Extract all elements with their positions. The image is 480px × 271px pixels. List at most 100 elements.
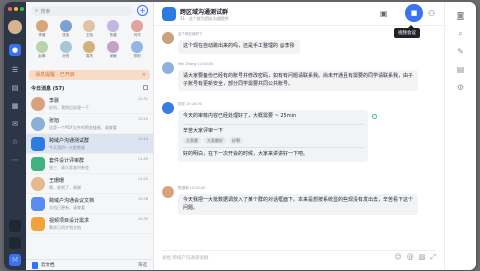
logo-icon[interactable]: M: [9, 254, 21, 266]
expand-icon[interactable]: ⤢: [430, 253, 436, 262]
chat-settings-icon[interactable]: ▣: [380, 9, 388, 18]
sender-name: Min Zhang 12:00:00: [178, 62, 214, 66]
list-item[interactable]: 王珊珊 嗯，收到了，谢谢 11:20: [26, 174, 153, 194]
contact-item[interactable]: 陈晨: [101, 20, 125, 38]
avatar: [31, 117, 45, 131]
chat-panel: 跨区域沟通测试群 31 · 这个群为团队沟通提供 ▣ ■ ⚇ ✓ 视频会议 这个…: [154, 2, 476, 270]
contact-name: 刘洋: [133, 33, 141, 37]
message-text: 今天的审核内容已经处理好了，大概需要 ~ 25min: [183, 113, 297, 119]
contact-item[interactable]: 吴敏: [101, 41, 125, 59]
maximize-window-button[interactable]: [20, 7, 24, 11]
contacts-icon[interactable]: ☰: [9, 64, 21, 76]
video-camera-icon: ■: [410, 9, 418, 17]
app-window: ● ☰ ▤ ▦ ✉ ☆ ⋯ M ⌕ 搜索 + 李薇 张浩 王晓 陈晨 刘洋 赵琳…: [4, 2, 476, 270]
search-icon: ⌕: [35, 7, 39, 14]
chat-header: 跨区域沟通测试群 31 · 这个群为团队沟通提供 ▣: [154, 2, 444, 26]
settings-icon[interactable]: ⚙: [455, 82, 466, 93]
message-bubble[interactable]: 今天的审核内容已经处理好了，大概需要 ~ 25min 辛苦大家评审一下 大家都 …: [178, 110, 368, 162]
contact-name: 李薇: [38, 33, 46, 37]
message-bubble[interactable]: 请大家要备份已经有的账号并修改密码，如有有问题请联系我。尚未开通且有需要的同学请…: [178, 70, 418, 91]
section-header: 今日消息 (57): [31, 85, 148, 92]
search-icon[interactable]: ⌕: [455, 28, 466, 39]
search-placeholder: 搜索: [40, 8, 51, 15]
reaction-chip[interactable]: 大家都: [183, 137, 201, 144]
image-icon[interactable]: ▨: [419, 253, 426, 262]
row-title: 李晨: [49, 98, 60, 104]
message-bubble[interactable]: 这个现在自动跳出来的吗，还是手工整理的 @李彤: [178, 40, 300, 54]
avatar: [31, 137, 45, 151]
emoji-icon[interactable]: ☺: [394, 253, 401, 262]
contact-item[interactable]: 孙悦: [54, 41, 78, 59]
contact-item[interactable]: 王晓: [78, 20, 102, 38]
list-item[interactable]: 李晨 好的，我稍后处理一下 12:31: [26, 94, 153, 114]
avatar: [107, 20, 120, 32]
row-title: 视频项目设计需求: [49, 218, 90, 224]
row-time: 11:20: [137, 177, 148, 181]
input-toolbar: ☺ @ ▨ ⤢: [394, 253, 436, 262]
contact-name: 陈晨: [109, 33, 117, 37]
avatar: [162, 102, 174, 114]
contact-item[interactable]: 李薇: [30, 20, 54, 38]
avatar: [31, 97, 45, 111]
list-item[interactable]: 跨域户沟通会议文档 文档已更新，请查看 10:58: [26, 194, 153, 214]
message-subtext: 辛苦大家评审一下: [183, 127, 224, 134]
add-member-icon[interactable]: ⚇: [428, 9, 435, 18]
avatar: [59, 41, 72, 53]
message-bubble[interactable]: 今天我把一大批数据调放入了某个群的对话框面下。本来是想按系统显的些现没有发出去，…: [178, 194, 418, 215]
list-item[interactable]: 视频项目设计需求 需求已同步到文档 10:30: [26, 214, 153, 234]
mail-icon[interactable]: ✉: [9, 118, 21, 130]
calendar-icon[interactable]: ▦: [9, 100, 21, 112]
video-call-button[interactable]: ■: [405, 4, 423, 22]
add-button[interactable]: +: [137, 5, 148, 16]
chat-bubble-icon[interactable]: ●: [9, 44, 21, 56]
avatar: [131, 20, 144, 32]
row-preview: 文档已更新，请查看: [49, 205, 85, 210]
list-item-selected[interactable]: 跨域户沟通测试群 今天我把一大批数据 12:10: [26, 134, 153, 154]
contact-item[interactable]: 周杰: [78, 41, 102, 59]
avatar: [31, 197, 45, 211]
row-preview: 需求已同步到文档: [49, 225, 81, 230]
close-icon[interactable]: ×: [142, 70, 146, 80]
files-icon[interactable]: ▤: [455, 64, 466, 75]
row-preview: 好的，我稍后处理一下: [49, 105, 89, 110]
minimize-window-button[interactable]: [14, 7, 18, 11]
list-footer[interactable]: 云文档 筛选: [26, 259, 153, 270]
filter-button[interactable]: 筛选: [138, 262, 147, 268]
checkbox-icon[interactable]: [143, 85, 148, 90]
reaction-chip[interactable]: 好啊: [229, 137, 243, 144]
contact-item[interactable]: 张浩: [54, 20, 78, 38]
divider: [183, 123, 363, 125]
nav-rail: ● ☰ ▤ ▦ ✉ ☆ ⋯ M: [4, 2, 26, 270]
star-icon[interactable]: ☆: [9, 136, 21, 148]
message: 陈国明 15:20:00 今天我把一大批数据调放入了某个群的对话框面下。本来是想…: [162, 186, 436, 226]
app-icon-1[interactable]: [9, 220, 21, 232]
app-icon-2[interactable]: [9, 237, 21, 249]
list-item[interactable]: 张旭 这是一个PDF文件的预览链接，请查看 12:20: [26, 114, 153, 134]
close-window-button[interactable]: [8, 7, 12, 11]
chat-list: 李晨 好的，我稍后处理一下 12:31 张旭 这是一个PDF文件的预览链接，请查看 12…: [26, 94, 153, 234]
contact-name: 周杰: [85, 54, 93, 58]
contact-item[interactable]: 赵琳: [30, 41, 54, 59]
docs-icon[interactable]: ▤: [9, 82, 21, 94]
group-name[interactable]: 跨区域沟通测试群: [180, 7, 228, 16]
list-item[interactable]: 套件设计评审群 张三：请大家准时参会 11:45: [26, 154, 153, 174]
message: 张宏 15:20:00 今天的审核内容已经处理好了，大概需要 ~ 25min 辛…: [162, 102, 436, 182]
group-avatar[interactable]: [162, 7, 176, 21]
contact-name: 王晓: [85, 33, 93, 37]
contact-item[interactable]: 郑阳: [125, 41, 149, 59]
more-icon[interactable]: ⋯: [9, 154, 21, 166]
notification-banner[interactable]: 消息提醒 · 已开启 ×: [29, 70, 150, 80]
input-placeholder: 发给 跨域户沟通测试群: [162, 255, 209, 261]
contact-item[interactable]: 刘洋: [125, 20, 149, 38]
reaction-chip[interactable]: 大家都好: [204, 137, 226, 144]
row-time: 12:10: [137, 137, 148, 141]
message-input[interactable]: 发给 跨域户沟通测试群 ☺ @ ▨ ⤢: [162, 250, 436, 264]
user-avatar[interactable]: [8, 20, 22, 34]
at-icon[interactable]: @: [407, 253, 414, 262]
camera-icon[interactable]: ◙: [455, 10, 466, 21]
pin-icon[interactable]: ✎: [455, 46, 466, 57]
search-input[interactable]: ⌕ 搜索: [31, 6, 133, 16]
avatar: [59, 20, 72, 32]
contact-name: 赵琳: [38, 54, 46, 58]
banner-text: 消息提醒 · 已开启: [35, 72, 75, 78]
